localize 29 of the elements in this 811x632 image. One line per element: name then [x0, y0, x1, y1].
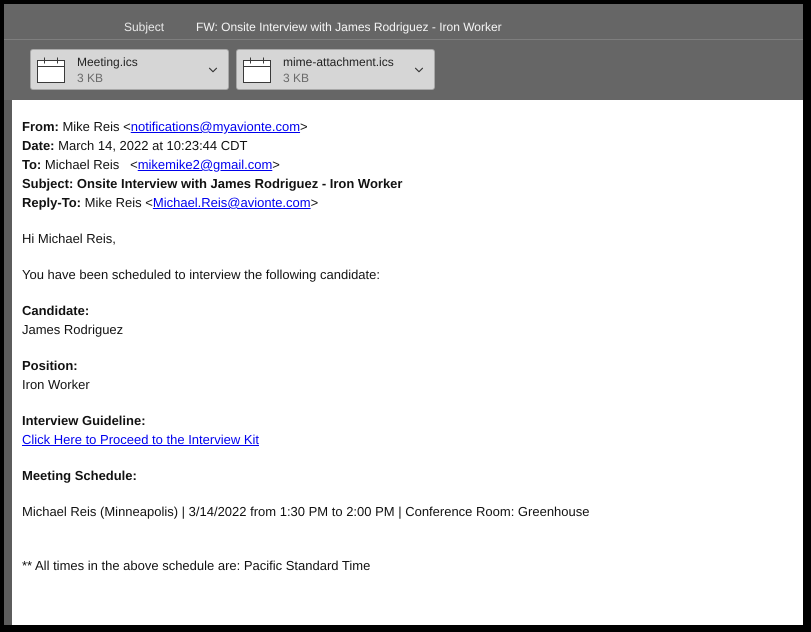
field-value: Iron Worker [22, 376, 90, 394]
attachment-card[interactable]: mime-attachment.ics 3 KB [236, 49, 435, 90]
file-name: Meeting.ics [77, 54, 138, 70]
subject-label: Subject [124, 18, 166, 36]
email-link[interactable]: notifications@myavionte.com [130, 119, 300, 134]
email-header-line: From: Mike Reis <notifications@myavionte.com> [22, 118, 309, 136]
subject-text: FW: Onsite Interview with James Rodriguez - Iron Worker [196, 18, 502, 36]
field-label: Interview Guideline: [22, 412, 146, 430]
body-text: You have been scheduled to interview the following candidate: [22, 266, 381, 284]
file-size: 3 KB [77, 70, 104, 86]
email-header-line: Date: March 14, 2022 at 10:23:44 CDT [22, 137, 248, 155]
body-text: Hi Michael Reis, [22, 230, 117, 248]
file-size: 3 KB [283, 70, 310, 86]
attachment-card[interactable]: Meeting.ics 3 KB [30, 49, 229, 90]
interview-kit-link[interactable]: Click Here to Proceed to the Interview Kit [22, 430, 259, 449]
field-label: Candidate: [22, 302, 90, 320]
email-link[interactable]: mikemike2@gmail.com [138, 157, 272, 172]
email-header-line: Reply-To: Mike Reis <Michael.Reis@avionte.com> [22, 194, 320, 212]
file-name: mime-attachment.ics [283, 54, 394, 70]
email-header-line: Subject: Onsite Interview with James Rodriguez - Iron Worker [22, 175, 404, 193]
field-value: James Rodriguez [22, 321, 124, 339]
section-heading: Meeting Schedule: [22, 467, 138, 485]
footnote-text: ** All times in the above schedule are: Pacific Standard Time [22, 557, 372, 575]
email-link[interactable]: Michael.Reis@avionte.com [152, 195, 311, 210]
email-header-line: To: Michael Reis <mikemike2@gmail.com> [22, 156, 281, 174]
calendar-icon [243, 57, 271, 83]
body-text: Michael Reis (Minneapolis) | 3/14/2022 from 1:30 PM to 2:00 PM | Conference Room: Greenhouse [22, 503, 590, 521]
field-label: Position: [22, 357, 78, 375]
calendar-icon [37, 57, 65, 83]
